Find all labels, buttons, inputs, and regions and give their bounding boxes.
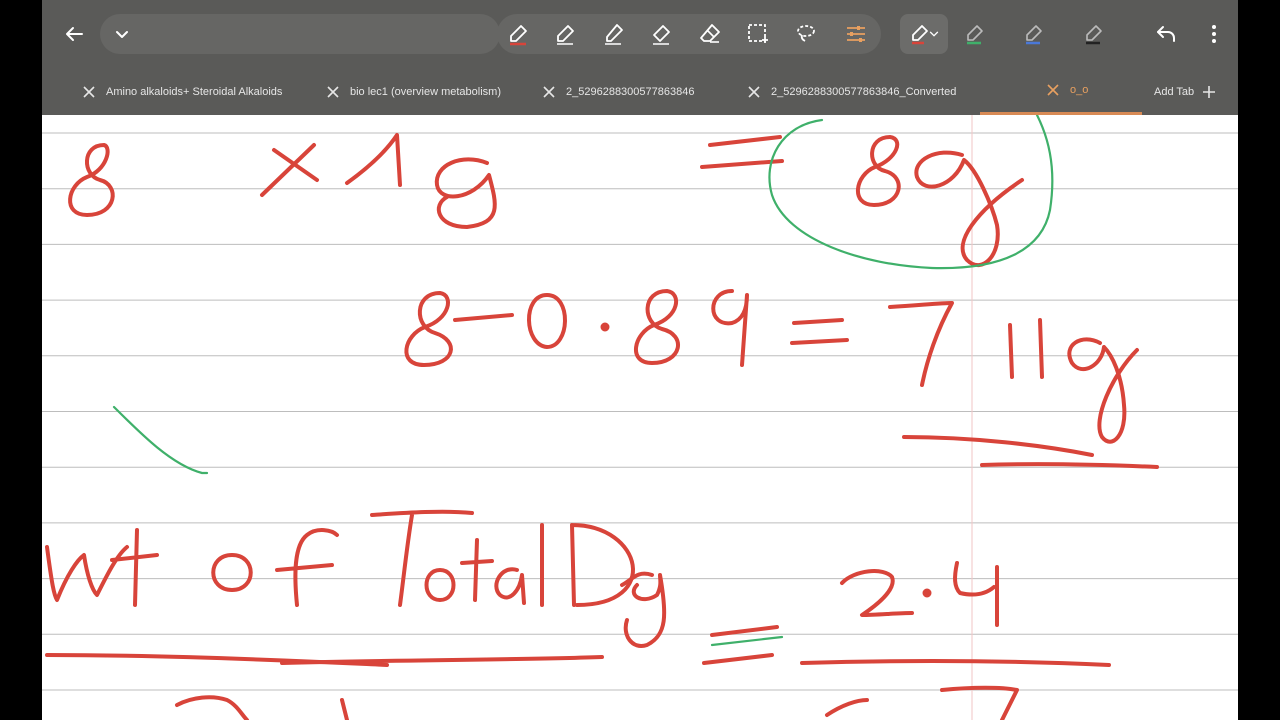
- tab-label: 2_5296288300577863846: [566, 85, 695, 98]
- stroke-digit-8d: [633, 289, 680, 365]
- sliders-icon: [847, 26, 865, 42]
- pen-tool-button[interactable]: [500, 16, 536, 52]
- tab-label: o_o: [1070, 84, 1089, 96]
- eraser-icon: [700, 24, 720, 43]
- handwriting-canvas[interactable]: [42, 115, 1238, 720]
- document-menu-button[interactable]: [104, 16, 140, 52]
- stroke-letter-t-2: [460, 538, 494, 602]
- pen-gray-icon: [1086, 25, 1102, 45]
- stroke-digit-9: [711, 289, 749, 367]
- lasso-icon: [797, 25, 815, 42]
- notes-app-window: Amino alkaloids+ Steroidal Alkaloids bio…: [42, 0, 1238, 720]
- fine-pen-tool-button[interactable]: [595, 16, 631, 52]
- stroke-letter-t: [110, 528, 159, 607]
- fine-pen-icon: [605, 24, 623, 45]
- pen-alt-tool-button[interactable]: [547, 16, 583, 52]
- undo-icon: [1157, 26, 1175, 42]
- stroke-decimal-point: [600, 322, 610, 332]
- stroke-digit-4: [953, 561, 999, 627]
- tab-bio-lec1[interactable]: bio lec1 (overview metabolism): [326, 68, 501, 115]
- stroke-partial-bottom-2: [175, 695, 349, 720]
- stroke-digit-8b: [855, 135, 901, 207]
- tab-o-o[interactable]: o_o: [980, 68, 1142, 115]
- close-icon[interactable]: [1046, 83, 1060, 97]
- pen-alt-icon: [557, 25, 574, 45]
- stroke-letter-T: [370, 509, 474, 607]
- close-icon[interactable]: [82, 85, 96, 99]
- plus-icon: [1203, 85, 1216, 98]
- stroke-digit-0: [527, 293, 567, 349]
- chevron-down-icon: [116, 31, 128, 38]
- undo-button[interactable]: [1148, 16, 1184, 52]
- stroke-decimal-point-2: [922, 588, 932, 598]
- close-icon[interactable]: [542, 85, 556, 99]
- stroke-letter-g-3: [1067, 337, 1139, 444]
- toolbar: [42, 0, 1238, 68]
- green-pen-button[interactable]: [957, 16, 993, 52]
- stroke-digit-8c: [404, 291, 453, 367]
- pen-icon: [510, 25, 527, 46]
- ink-strokes-green[interactable]: [112, 115, 1054, 647]
- ruled-lines: [42, 132, 1238, 691]
- stroke-digit-1a: [1008, 323, 1014, 379]
- arrow-left-icon: [66, 27, 83, 41]
- document-title-pill[interactable]: [100, 14, 500, 54]
- more-options-button[interactable]: [1196, 16, 1232, 52]
- tab-amino-alkaloids[interactable]: Amino alkaloids+ Steroidal Alkaloids: [82, 68, 282, 115]
- pen-blue-icon: [1026, 25, 1042, 45]
- stroke-minus: [453, 313, 514, 322]
- tool-settings-button[interactable]: [838, 16, 874, 52]
- tab-label: bio lec1 (overview metabolism): [350, 85, 501, 98]
- close-icon[interactable]: [747, 85, 761, 99]
- chevron-down-icon: [929, 31, 939, 37]
- stroke-letter-w: [45, 545, 129, 602]
- stroke-digit-8: [68, 143, 115, 217]
- stroke-digit-1b: [1038, 318, 1044, 379]
- stroke-underline-2: [980, 462, 1159, 469]
- tab-2-5296288300577863846[interactable]: 2_5296288300577863846: [542, 68, 694, 115]
- selection-box-icon: [748, 24, 768, 43]
- tab-label: 2_5296288300577863846_Converted: [771, 85, 957, 98]
- highlighter-icon: [653, 25, 670, 45]
- eraser-tool-button[interactable]: [692, 16, 728, 52]
- stroke-circle-annotation: [768, 115, 1054, 270]
- ink-strokes-red[interactable]: [45, 133, 1159, 720]
- stroke-letter-a: [494, 567, 526, 605]
- stroke-digit-1: [345, 133, 402, 187]
- selection-tool-button[interactable]: [740, 16, 776, 52]
- stroke-letter-f: [275, 528, 339, 607]
- tab-label: Amino alkaloids+ Steroidal Alkaloids: [106, 85, 283, 98]
- stroke-digit-2: [840, 569, 914, 617]
- stroke-letter-D: [570, 523, 635, 607]
- stroke-partial-bottom: [825, 685, 1019, 720]
- blue-pen-button[interactable]: [1016, 16, 1052, 52]
- stroke-equals-2: [790, 318, 849, 345]
- close-icon[interactable]: [326, 85, 340, 99]
- tab-bar: Amino alkaloids+ Steroidal Alkaloids bio…: [42, 68, 1238, 115]
- gray-pen-button[interactable]: [1076, 16, 1112, 52]
- stroke-letter-y: [623, 573, 667, 648]
- stroke-times: [260, 143, 319, 197]
- lasso-tool-button[interactable]: [788, 16, 824, 52]
- stroke-letter-o: [211, 553, 253, 592]
- add-tab-label: Add Tab: [1154, 85, 1195, 98]
- note-canvas[interactable]: [42, 115, 1238, 720]
- stroke-letter-g: [434, 157, 497, 229]
- stroke-check-mark: [112, 405, 209, 475]
- pen-green-icon: [967, 25, 983, 45]
- stroke-underline-4: [280, 655, 604, 665]
- stroke-underline-1: [902, 435, 1094, 457]
- stroke-small-equals: [710, 635, 784, 647]
- back-button[interactable]: [56, 16, 92, 52]
- tab-2-5296288300577863846-converted[interactable]: 2_5296288300577863846_Converted: [747, 68, 956, 115]
- add-tab-button[interactable]: Add Tab: [1154, 68, 1216, 115]
- stroke-digit-7: [888, 301, 954, 387]
- stroke-letter-g-2: [914, 150, 1024, 268]
- active-pen-dropdown[interactable]: [924, 16, 944, 52]
- more-vertical-icon: [1212, 25, 1216, 43]
- stroke-letter-o-2: [424, 568, 456, 602]
- stroke-fraction-bar: [800, 658, 1111, 667]
- highlighter-tool-button[interactable]: [643, 16, 679, 52]
